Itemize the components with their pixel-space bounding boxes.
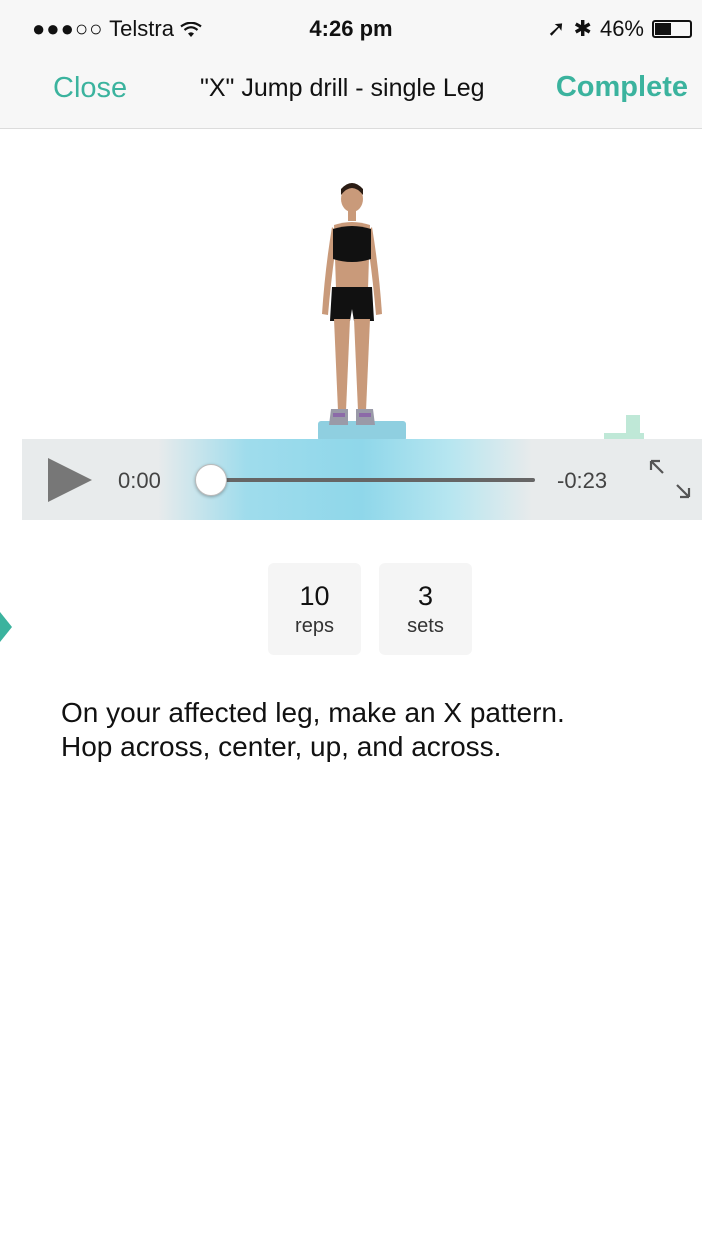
progress-slider-knob[interactable] [195, 464, 227, 496]
instruction-line-1: On your affected leg, make an X pattern. [61, 697, 565, 728]
complete-button[interactable]: Complete [556, 71, 688, 104]
status-right: ➚ ✱ 46% [547, 16, 692, 42]
status-bar: ●●●○○ Telstra 4:26 pm ➚ ✱ 46% [0, 0, 702, 62]
navigation-bar: Close "X" Jump drill - single Leg Comple… [0, 62, 702, 129]
page-title: "X" Jump drill - single Leg [200, 74, 485, 102]
play-button[interactable] [48, 458, 92, 502]
reps-value: 10 [299, 581, 330, 611]
sets-label: sets [407, 615, 444, 637]
reps-card: 10 reps [268, 563, 361, 655]
sets-value: 3 [417, 581, 434, 611]
bluetooth-icon: ✱ [573, 16, 592, 41]
exercise-video[interactable]: 0:00 -0:23 [22, 129, 702, 520]
battery-icon [652, 20, 692, 38]
progress-track[interactable] [210, 478, 535, 482]
instruction-line-2: Hop across, center, up, and across. [61, 731, 502, 762]
exercise-instructions: On your affected leg, make an X pattern.… [61, 696, 681, 764]
video-controls: 0:00 -0:23 [22, 439, 702, 520]
close-button[interactable]: Close [53, 72, 127, 105]
current-time: 0:00 [118, 468, 161, 493]
exercise-stats: 10 reps 3 sets [268, 563, 472, 655]
battery-percent: 46% [599, 16, 644, 41]
fullscreen-icon[interactable] [646, 457, 694, 501]
side-indicator-arrow-icon [0, 612, 12, 642]
remaining-time: -0:23 [557, 468, 608, 493]
reps-label: reps [295, 615, 334, 637]
sets-card: 3 sets [379, 563, 472, 655]
battery-fill [655, 23, 671, 35]
location-icon: ➚ [547, 16, 566, 41]
